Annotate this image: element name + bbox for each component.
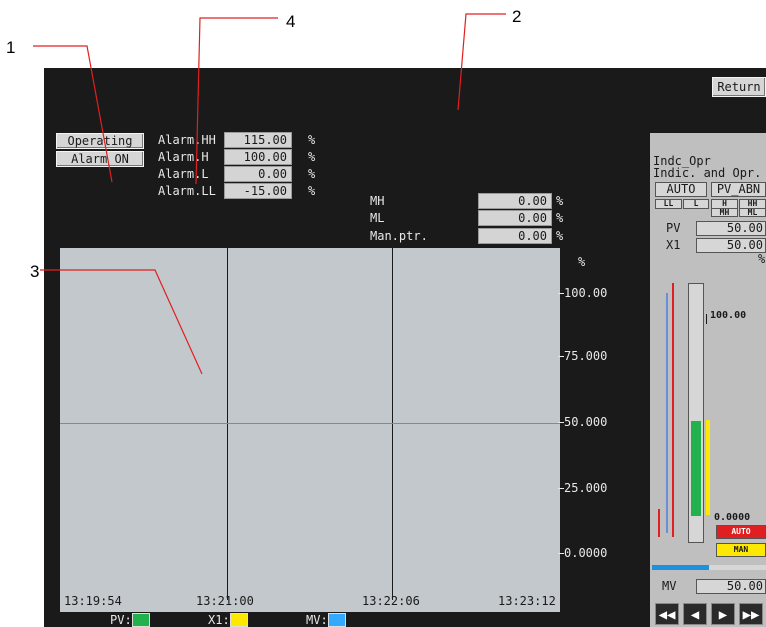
callout-leaders	[33, 13, 506, 375]
callout-4-leader	[195, 17, 278, 185]
callout-1-leader	[33, 45, 113, 183]
callout-2-leader	[457, 13, 506, 111]
callout-3-leader	[40, 269, 203, 375]
